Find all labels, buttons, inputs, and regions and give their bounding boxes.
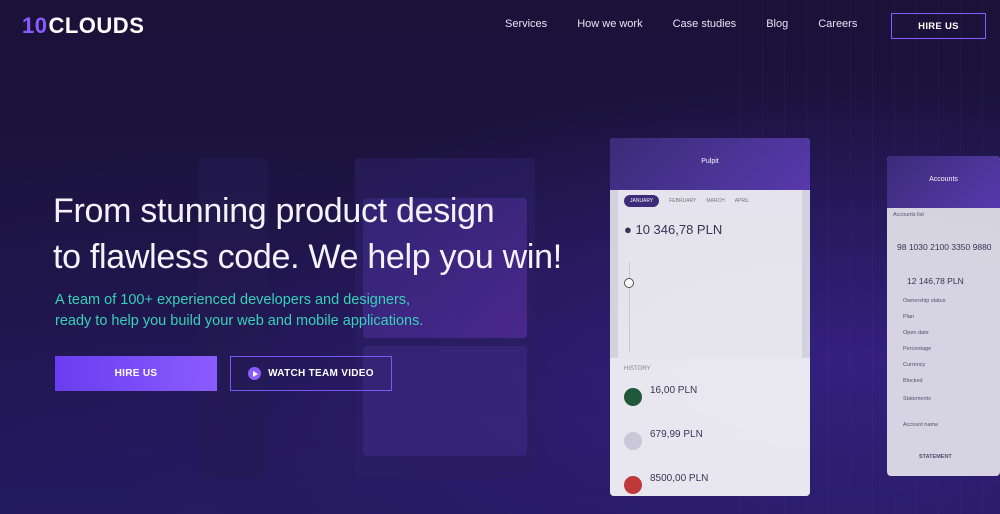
hero-headline-line: to flawless code. We help you win! xyxy=(53,238,562,276)
mockup-tab: FEBRUARY xyxy=(669,198,697,204)
mockup-transaction: 679,99 PLN xyxy=(650,429,703,440)
watch-team-video-label: WATCH TEAM VIDEO xyxy=(268,368,374,379)
mockup-field: Blocked xyxy=(903,378,923,384)
hero-headline-line: From stunning product design xyxy=(53,192,495,230)
hero-subtitle-line: ready to help you build your web and mob… xyxy=(55,313,424,329)
apple-logo xyxy=(624,432,642,450)
mockup-month-tabs: JANUARY FEBRUARY MARCH APRIL xyxy=(618,190,802,212)
logo-number: 10 xyxy=(22,13,48,38)
mockup-transaction: 16,00 PLN xyxy=(650,385,698,396)
mockup-field: Account name xyxy=(903,422,939,428)
mockup-account-number: 98 1030 2100 3350 9880 xyxy=(897,242,992,252)
mockup-statement-button: STATEMENT xyxy=(919,454,952,460)
watch-team-video-button[interactable]: WATCH TEAM VIDEO xyxy=(230,356,392,391)
hero-subtitle-line: A team of 100+ experienced developers an… xyxy=(55,292,411,308)
chart-marker xyxy=(624,278,634,288)
mockup-field: Statements xyxy=(903,396,931,402)
chart-axis xyxy=(629,262,630,352)
mockup-history-label: HISTORY xyxy=(624,366,651,372)
mockup-tab: MARCH xyxy=(706,198,725,204)
mockup-field: Ownership status xyxy=(903,298,946,304)
logo[interactable]: 10 CLOUDS xyxy=(22,13,144,39)
nav-item-services[interactable]: Services xyxy=(505,18,547,30)
mockup-balance: ● 10 346,78 PLN xyxy=(624,222,723,237)
mockup-header: Accounts xyxy=(887,156,1000,208)
mockup-transaction: 8500,00 PLN xyxy=(650,473,709,484)
mockup-field: Open date xyxy=(903,330,929,336)
mockup-tab: Accounts list xyxy=(893,212,924,218)
merchant-logo xyxy=(624,476,642,494)
mockup-tab-active: JANUARY xyxy=(624,195,660,207)
mockup-field: Percentage xyxy=(903,346,932,352)
mockup-title: Accounts xyxy=(929,176,958,183)
hero-hire-us-button[interactable]: HIRE US xyxy=(55,356,217,391)
mockup-field: Plan xyxy=(903,314,915,320)
nav-item-careers[interactable]: Careers xyxy=(818,18,857,30)
starbucks-logo xyxy=(624,388,642,406)
mockup-account-balance: 12 146,78 PLN xyxy=(907,276,964,286)
mockup-header: Pulpit xyxy=(610,138,810,190)
nav-item-case-studies[interactable]: Case studies xyxy=(673,18,737,30)
phone-mockup-right: Accounts Accounts list 98 1030 2100 3350… xyxy=(887,156,1000,476)
nav-hire-us-button[interactable]: HIRE US xyxy=(891,13,986,39)
nav-item-blog[interactable]: Blog xyxy=(766,18,788,30)
mockup-field: Currency xyxy=(903,362,926,368)
mockup-history: HISTORY 16,00 PLN 679,99 PLN 8500,00 PLN xyxy=(610,358,810,496)
nav-item-how-we-work[interactable]: How we work xyxy=(577,18,642,30)
mockup-balance-value: 10 346,78 PLN xyxy=(635,222,723,237)
mockup-title: Pulpit xyxy=(701,158,719,165)
phone-mockup-main: Pulpit JANUARY FEBRUARY MARCH APRIL ● 10… xyxy=(610,138,810,496)
main-nav: Services How we work Case studies Blog C… xyxy=(505,18,887,30)
hero-subtitle: A team of 100+ experienced developers an… xyxy=(55,290,423,332)
play-icon xyxy=(248,367,262,380)
hero-headline: From stunning product design to flawless… xyxy=(53,188,562,280)
mockup-tab: APRIL xyxy=(734,198,750,204)
logo-text: CLOUDS xyxy=(48,13,145,38)
